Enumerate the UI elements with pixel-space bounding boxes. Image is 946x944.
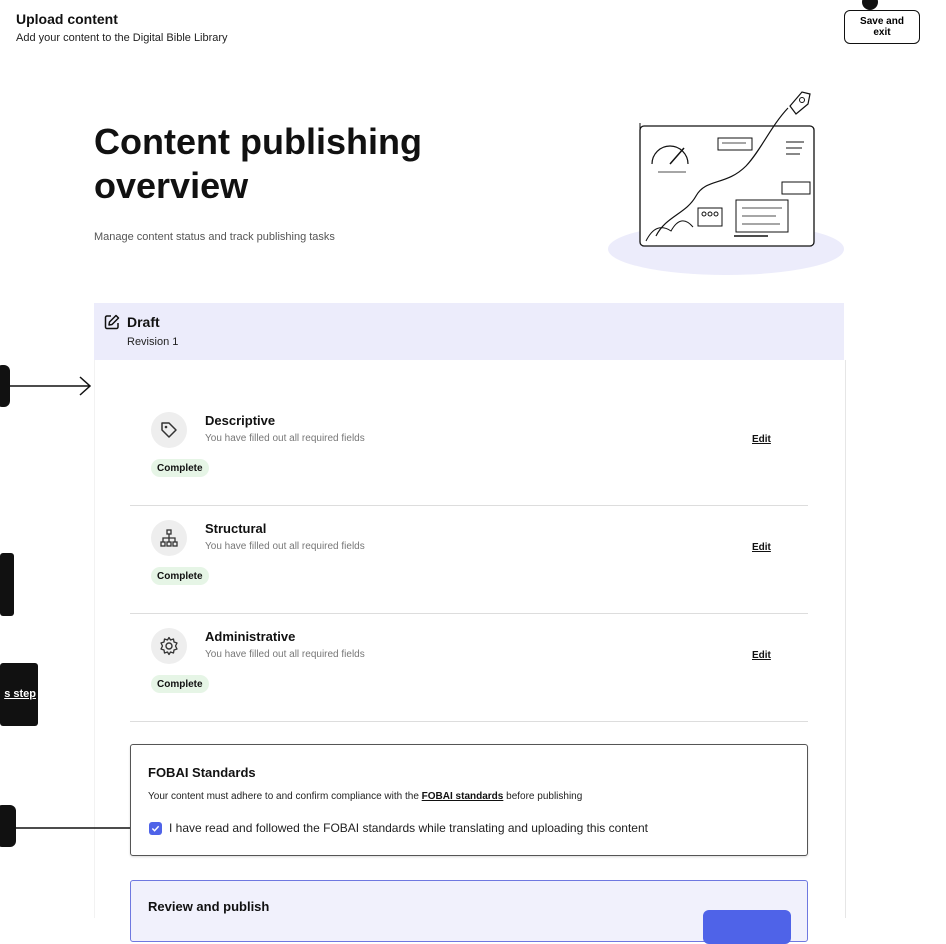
status-badge: Complete bbox=[151, 567, 209, 585]
save-and-exit-button[interactable]: Save and exit bbox=[844, 10, 920, 44]
task-icon-wrap bbox=[151, 412, 187, 448]
edit-structural-link[interactable]: Edit bbox=[752, 542, 771, 553]
task-structural: Structural You have filled out all requi… bbox=[130, 505, 808, 614]
hierarchy-icon bbox=[160, 529, 178, 547]
fobai-desc-after: before publishing bbox=[503, 791, 583, 802]
page-subtitle: Manage content status and track publishi… bbox=[94, 231, 335, 243]
task-administrative: Administrative You have filled out all r… bbox=[130, 613, 808, 722]
task-description: You have filled out all required fields bbox=[205, 541, 365, 552]
edit-icon bbox=[104, 314, 120, 330]
checkmark-icon bbox=[151, 825, 160, 832]
fobai-standards-card: FOBAI Standards Your content must adhere… bbox=[130, 744, 808, 856]
task-description: You have filled out all required fields bbox=[205, 649, 365, 660]
review-publish-card: Review and publish bbox=[130, 880, 808, 944]
task-title: Administrative bbox=[205, 629, 296, 644]
draft-status-label: Draft bbox=[127, 314, 160, 330]
page-header-title: Upload content bbox=[16, 11, 118, 27]
tour-callout-4 bbox=[0, 805, 16, 847]
draft-status-header: Draft Revision 1 bbox=[94, 303, 844, 360]
edit-descriptive-link[interactable]: Edit bbox=[752, 434, 771, 445]
task-description: You have filled out all required fields bbox=[205, 433, 365, 444]
tour-next-step-link[interactable]: s step bbox=[4, 688, 36, 700]
tour-indicator-dot bbox=[862, 0, 878, 10]
task-icon-wrap bbox=[151, 520, 187, 556]
review-publish-button[interactable] bbox=[703, 910, 791, 944]
tour-callout-1 bbox=[0, 365, 10, 407]
task-title: Structural bbox=[205, 521, 267, 536]
status-badge: Complete bbox=[151, 459, 209, 477]
page-title: Content publishing overview bbox=[94, 121, 422, 206]
fobai-description: Your content must adhere to and confirm … bbox=[148, 791, 582, 802]
task-title: Descriptive bbox=[205, 413, 276, 428]
edit-administrative-link[interactable]: Edit bbox=[752, 650, 771, 661]
fobai-compliance-checkbox[interactable] bbox=[149, 822, 162, 835]
task-descriptive: Descriptive You have filled out all requ… bbox=[130, 397, 808, 506]
fobai-desc-before: Your content must adhere to and confirm … bbox=[148, 791, 422, 802]
fobai-title: FOBAI Standards bbox=[148, 765, 256, 780]
gear-icon bbox=[160, 636, 178, 656]
tag-icon bbox=[161, 422, 177, 438]
revision-label: Revision 1 bbox=[127, 336, 179, 348]
tour-arrow-2 bbox=[16, 818, 146, 838]
fobai-standards-link[interactable]: FOBAI standards bbox=[422, 791, 504, 802]
tour-callout-2 bbox=[0, 553, 14, 616]
page-header-subtitle: Add your content to the Digital Bible Li… bbox=[16, 32, 228, 44]
tour-arrow-1 bbox=[10, 376, 92, 396]
fobai-checkbox-label[interactable]: I have read and followed the FOBAI stand… bbox=[169, 821, 648, 835]
task-icon-wrap bbox=[151, 628, 187, 664]
rocket-dashboard-illustration bbox=[608, 91, 844, 275]
status-badge: Complete bbox=[151, 675, 209, 693]
review-publish-title: Review and publish bbox=[148, 899, 270, 914]
tour-callout-3: s step bbox=[0, 663, 38, 726]
